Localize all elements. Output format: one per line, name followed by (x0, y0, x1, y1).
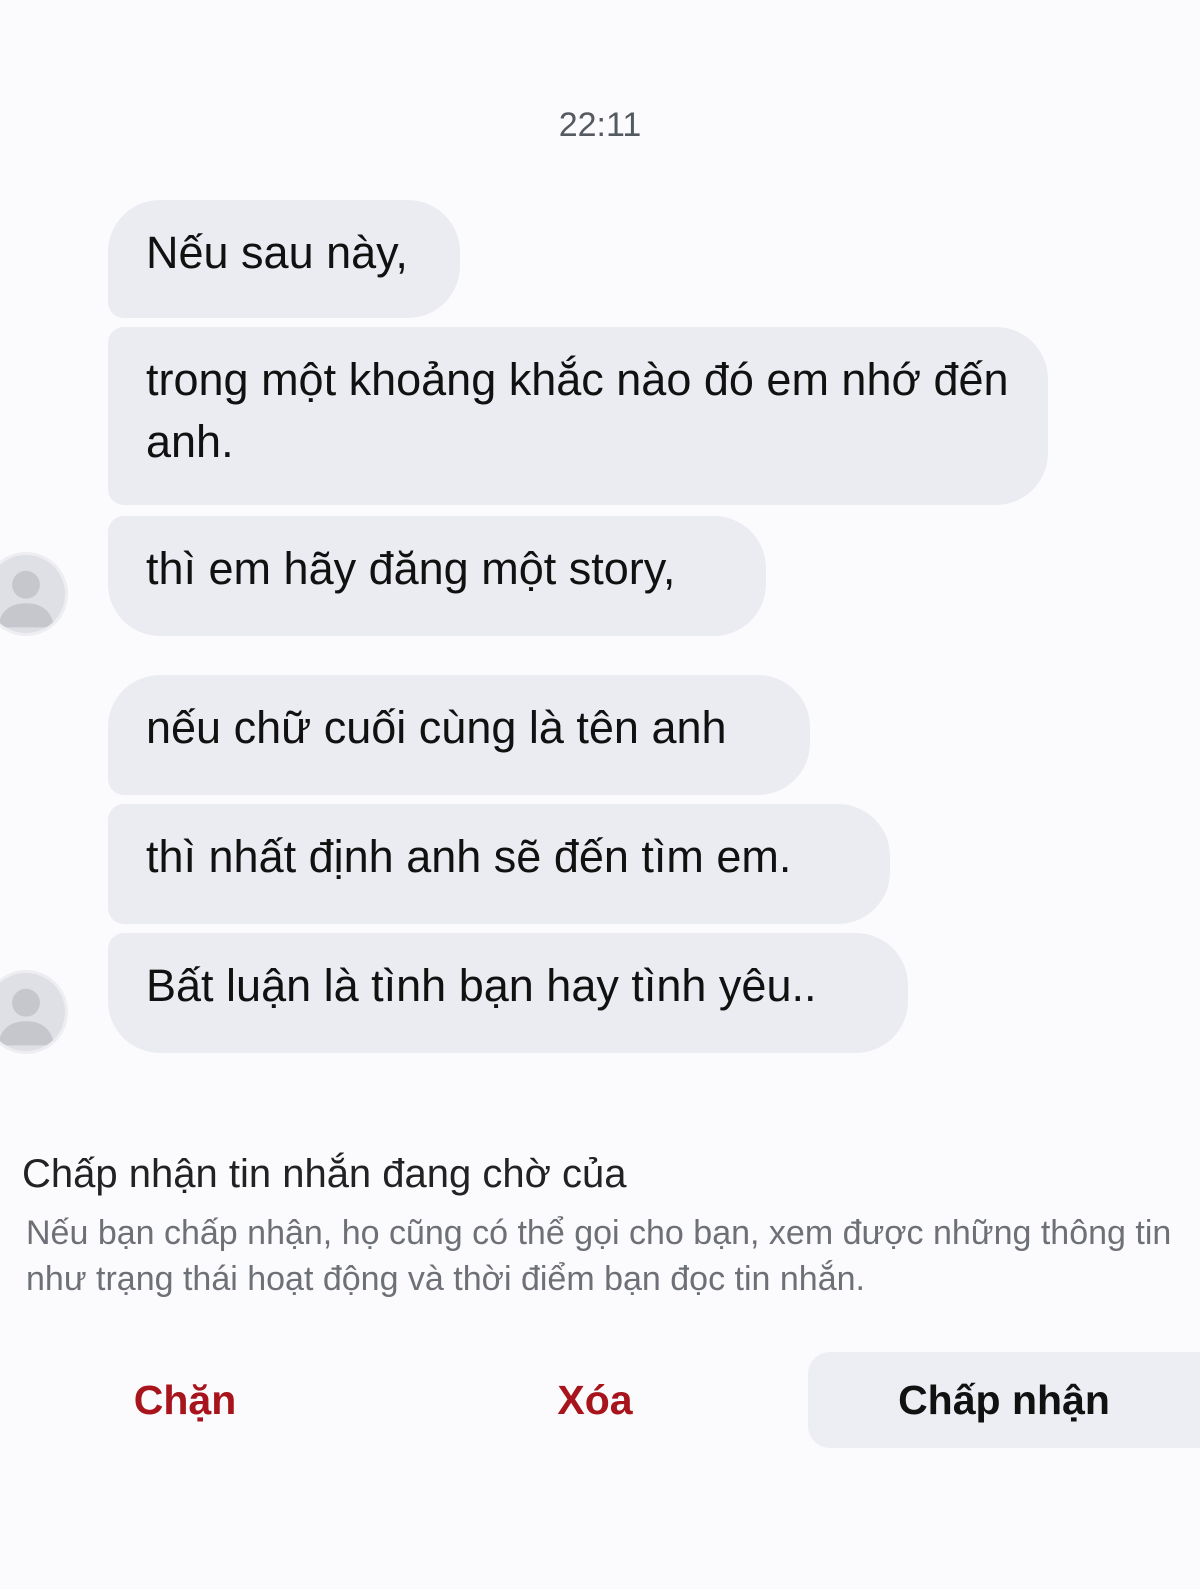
block-button[interactable]: Chặn (40, 1352, 330, 1448)
message-bubble[interactable]: Nếu sau này, (108, 200, 460, 318)
default-profile-icon (0, 570, 54, 628)
accept-button[interactable]: Chấp nhận (808, 1352, 1200, 1448)
message-timestamp: 22:11 (558, 106, 642, 144)
pending-request-description: Nếu bạn chấp nhận, họ cũng có thể gọi ch… (26, 1214, 1172, 1298)
message-bubble[interactable]: Bất luận là tình bạn hay tình yêu.. (108, 933, 908, 1053)
delete-button[interactable]: Xóa (450, 1352, 740, 1448)
message-bubble[interactable]: trong một khoảng khắc nào đó em nhớ đến … (108, 327, 1048, 505)
sender-avatar[interactable] (0, 970, 68, 1054)
pending-request-title: Chấp nhận tin nhắn đang chờ của (22, 1152, 627, 1196)
message-bubble[interactable]: nếu chữ cuối cùng là tên anh (108, 675, 810, 795)
message-bubble[interactable]: thì em hãy đăng một story, (108, 516, 766, 636)
default-profile-icon (0, 988, 54, 1046)
sender-avatar[interactable] (0, 552, 68, 636)
message-bubble[interactable]: thì nhất định anh sẽ đến tìm em. (108, 804, 890, 924)
